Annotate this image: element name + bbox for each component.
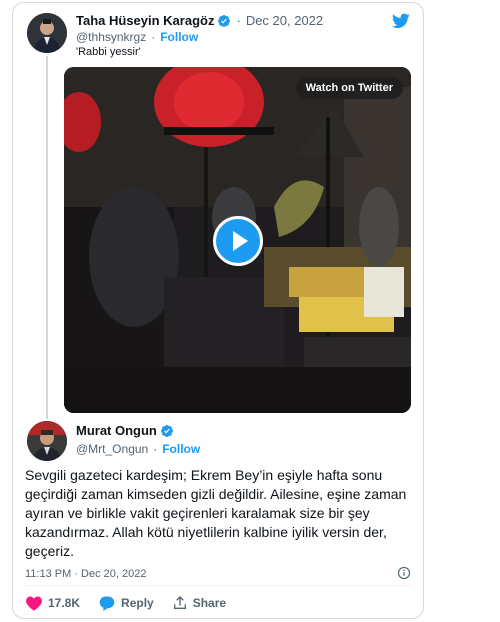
reply-button[interactable]: Reply (98, 595, 154, 611)
verified-badge-icon (217, 14, 231, 28)
author-row: Murat Ongun (76, 423, 174, 438)
info-icon[interactable] (397, 566, 411, 585)
follow-button[interactable]: Follow (160, 30, 198, 44)
author-name[interactable]: Murat Ongun (76, 423, 157, 438)
like-button[interactable]: 17.8K (25, 595, 80, 611)
quoted-author-row: Taha Hüseyin Karagöz · Dec 20, 2022 (76, 13, 323, 28)
separator-dot: · (236, 13, 241, 28)
action-bar: 17.8K Reply Share (25, 595, 244, 611)
play-icon (233, 231, 248, 251)
share-icon (173, 596, 186, 609)
share-label: Share (192, 596, 227, 610)
quoted-handle-row: @thhsynkrgz · Follow (76, 30, 198, 44)
play-button[interactable] (213, 216, 263, 266)
follow-button[interactable]: Follow (162, 442, 200, 456)
separator-dot: · (153, 442, 158, 456)
avatar-murat[interactable] (27, 421, 67, 461)
quoted-handle[interactable]: @thhsynkrgz (76, 30, 146, 44)
divider (25, 585, 413, 586)
quoted-tweet-text: 'Rabbi yessir' (76, 46, 141, 58)
like-count: 17.8K (48, 596, 81, 610)
tweet-timestamp[interactable]: 11:13 PM · Dec 20, 2022 (25, 568, 146, 580)
share-button[interactable]: Share (172, 595, 226, 611)
verified-badge-icon (160, 424, 174, 438)
quoted-date[interactable]: Dec 20, 2022 (246, 13, 323, 28)
avatar-taha[interactable] (27, 13, 67, 53)
twitter-logo-icon[interactable] (391, 13, 410, 34)
embedded-tweet-card: Taha Hüseyin Karagöz · Dec 20, 2022 @thh… (12, 2, 424, 619)
handle-row: @Mrt_Ongun · Follow (76, 442, 200, 456)
watch-on-twitter-button[interactable]: Watch on Twitter (295, 77, 403, 99)
separator-dot: · (151, 30, 156, 44)
reply-label: Reply (121, 596, 154, 610)
thread-line (46, 56, 48, 419)
heart-icon (26, 596, 42, 611)
author-handle[interactable]: @Mrt_Ongun (76, 442, 148, 456)
tweet-text: Sevgili gazeteci kardeşim; Ekrem Bey’in … (25, 467, 407, 559)
video-player[interactable]: Watch on Twitter (64, 67, 411, 413)
quoted-author-name[interactable]: Taha Hüseyin Karagöz (76, 13, 214, 28)
reply-icon (99, 596, 115, 611)
